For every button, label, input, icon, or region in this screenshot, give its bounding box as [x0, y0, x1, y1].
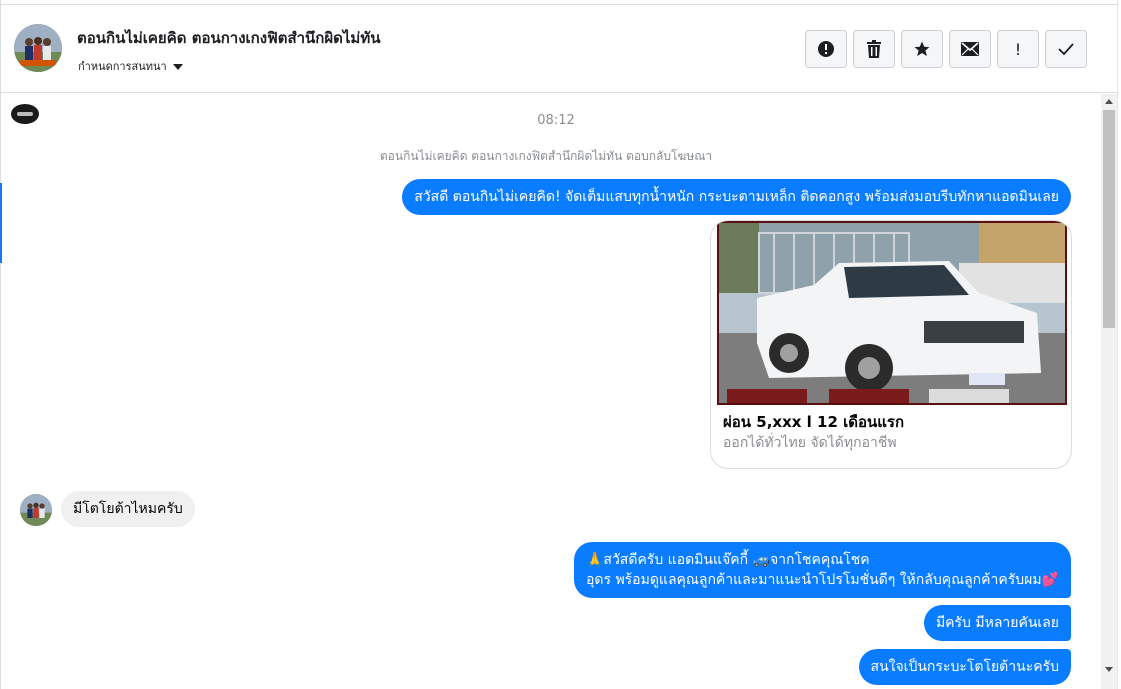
assign-label: กำหนดการสนทนา [78, 60, 167, 73]
outgoing-many-message: มีครับ มีหลายคันเลย [923, 605, 1071, 641]
ad-reply-note: ตอนกินไม่เคยคิด ตอนกางเกงฟิตสำนึกผิดไม่ท… [379, 149, 713, 163]
checkmark-icon [1058, 43, 1074, 55]
mark-done-button[interactable] [1045, 30, 1087, 68]
alert-circle-icon [818, 41, 834, 57]
star-icon [914, 41, 930, 57]
thread-scrollbar[interactable] [1101, 94, 1117, 689]
caret-down-icon [172, 63, 183, 70]
incoming-question-message: มีโตโยต้าไหมครับ [61, 491, 195, 527]
scroll-up-icon[interactable] [1105, 99, 1113, 104]
star-button[interactable] [901, 30, 943, 68]
conversation-header: ตอนกินไม่เคยคิด ตอนกางเกงฟิตสำนึกผิดไม่ท… [1, 4, 1117, 93]
message-thread[interactable]: 08:12 ตอนกินไม่เคยคิด ตอนกางเกงฟิตสำนึกผ… [1, 94, 1101, 689]
mark-unread-button[interactable] [949, 30, 991, 68]
window-right-border [1117, 0, 1121, 689]
assign-conversation-dropdown[interactable]: กำหนดการสนทนา [78, 57, 183, 75]
scroll-down-icon[interactable] [1105, 667, 1113, 672]
follow-up-button[interactable]: ! [997, 30, 1039, 68]
conversation-actions: ! [805, 30, 1087, 68]
trash-icon [867, 40, 881, 58]
scrollbar-thumb[interactable] [1103, 110, 1115, 328]
intro-line-2: อุดร พร้อมดูแลคุณลูกค้าและมาแนะนำโปรโมชั… [585, 572, 1059, 588]
message-timestamp: 08:12 [537, 113, 575, 128]
envelope-icon [961, 42, 979, 56]
outgoing-interest-message: สนใจเป็นกระบะโตโยต้านะครับ [858, 649, 1071, 685]
customer-avatar [20, 494, 52, 526]
contact-avatar[interactable] [14, 24, 62, 72]
exclamation-icon: ! [1014, 39, 1022, 59]
ad-card[interactable]: ผ่อน 5,xxx l 12 เดือนแรก ออกได้ทั่วไทย จ… [710, 220, 1072, 469]
outgoing-greeting-message: สวัสดี ตอนกินไม่เคยคิด! จัดเต็มแสบทุกน้ำ… [402, 179, 1071, 215]
ad-card-image [717, 221, 1067, 405]
delete-button[interactable] [853, 30, 895, 68]
mark-spam-button[interactable] [805, 30, 847, 68]
conversation-title: ตอนกินไม่เคยคิด ตอนกางเกงฟิตสำนึกผิดไม่ท… [77, 29, 381, 47]
outgoing-intro-message: 🙏สวัสดีครับ แอดมินแจ๊คกี้ 🚙จากโชคคุณโชค … [573, 542, 1071, 598]
ad-card-title: ผ่อน 5,xxx l 12 เดือนแรก [723, 413, 905, 431]
intro-line-1: 🙏สวัสดีครับ แอดมินแจ๊คกี้ 🚙จากโชคคุณโชค [585, 552, 870, 568]
ad-card-subtitle: ออกได้ทั่วไทย จัดได้ทุกอาชีพ [723, 435, 897, 451]
